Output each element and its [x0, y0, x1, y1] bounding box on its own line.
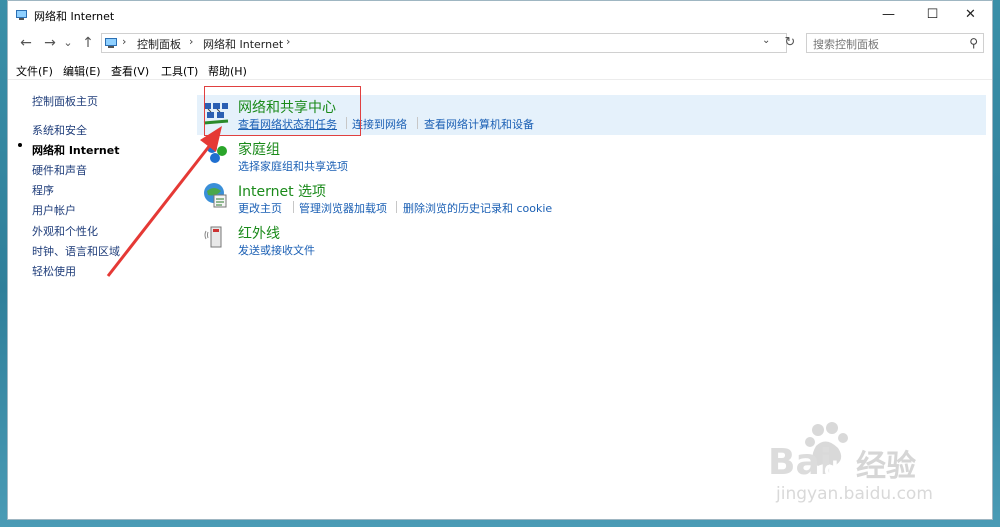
breadcrumb-control-panel[interactable]: 控制面板 — [137, 36, 181, 52]
up-button[interactable]: ↑ — [78, 33, 98, 53]
sidebar-item-programs[interactable]: 程序 — [32, 182, 54, 198]
menu-tools[interactable]: 工具(T) — [161, 63, 198, 79]
svg-text:Bai: Bai — [768, 442, 832, 483]
internet-options-icon[interactable] — [202, 181, 230, 209]
title-bar: 网络和 Internet — ☐ ✕ — [8, 1, 992, 29]
link-divider — [396, 201, 397, 213]
control-panel-location-icon — [105, 38, 117, 48]
search-icon[interactable]: ⚲ — [969, 36, 978, 50]
svg-text:du: du — [824, 457, 853, 481]
sidebar-item-user-accounts[interactable]: 用户帐户 — [32, 202, 76, 218]
forward-button[interactable]: → — [40, 33, 60, 53]
link-manage-addons[interactable]: 管理浏览器加载项 — [299, 200, 387, 216]
menu-edit[interactable]: 编辑(E) — [63, 63, 101, 79]
menu-view[interactable]: 查看(V) — [111, 63, 149, 79]
link-homegroup-options[interactable]: 选择家庭组和共享选项 — [238, 158, 348, 174]
recent-locations-button[interactable]: ⌄ — [62, 33, 74, 53]
breadcrumb-network-internet[interactable]: 网络和 Internet — [203, 36, 283, 52]
link-delete-browsing-history[interactable]: 删除浏览的历史记录和 cookie — [403, 200, 552, 216]
address-bar-row: ← → ⌄ ↑ › 控制面板 › 网络和 Internet › ⌄ ↻ ⚲ — [8, 31, 992, 55]
sidebar-item-hardware-sound[interactable]: 硬件和声音 — [32, 162, 87, 178]
menu-file[interactable]: 文件(F) — [16, 63, 53, 79]
sidebar-item-clock-language-region[interactable]: 时钟、语言和区域 — [32, 243, 120, 259]
infrared-icon[interactable] — [202, 223, 230, 251]
minimize-button[interactable]: — — [866, 1, 911, 29]
breadcrumb-separator[interactable]: › — [189, 35, 193, 48]
homegroup-icon[interactable] — [203, 139, 231, 167]
link-change-homepage[interactable]: 更改主页 — [238, 200, 282, 216]
window-title: 网络和 Internet — [34, 10, 115, 23]
sidebar-item-home[interactable]: 控制面板主页 — [32, 93, 98, 109]
watermark-url: jingyan.baidu.com — [776, 484, 933, 504]
category-title-internet-options[interactable]: Internet 选项 — [238, 181, 326, 201]
link-send-receive-files[interactable]: 发送或接收文件 — [238, 242, 315, 258]
refresh-button[interactable]: ↻ — [780, 33, 800, 53]
category-title-infrared[interactable]: 红外线 — [238, 223, 280, 243]
annotation-highlight-box — [204, 86, 361, 136]
address-box[interactable]: › 控制面板 › 网络和 Internet › ⌄ — [101, 33, 787, 53]
sidebar-item-system-security[interactable]: 系统和安全 — [32, 122, 87, 138]
active-bullet — [18, 143, 22, 147]
sidebar-item-appearance[interactable]: 外观和个性化 — [32, 223, 98, 239]
breadcrumb-separator[interactable]: › — [286, 35, 290, 48]
address-dropdown-icon[interactable]: ⌄ — [762, 35, 770, 46]
control-panel-window: 网络和 Internet — ☐ ✕ ← → ⌄ ↑ › 控制面板 › 网络和 … — [7, 0, 993, 520]
menu-divider — [8, 79, 992, 80]
close-button[interactable]: ✕ — [948, 1, 993, 29]
baidu-logo-watermark: Bai du — [768, 422, 853, 483]
breadcrumb-separator: › — [122, 35, 127, 48]
search-input[interactable] — [811, 35, 963, 53]
link-divider — [293, 201, 294, 213]
sidebar-item-network-internet[interactable]: 网络和 Internet — [32, 142, 119, 158]
search-box[interactable]: ⚲ — [806, 33, 984, 53]
menu-bar: 文件(F) 编辑(E) 查看(V) 工具(T) 帮助(H) — [8, 61, 992, 79]
back-button[interactable]: ← — [16, 33, 36, 53]
link-view-network-computers[interactable]: 查看网络计算机和设备 — [424, 116, 534, 132]
control-panel-icon — [16, 10, 27, 20]
link-divider — [417, 117, 418, 129]
sidebar-item-ease-of-access[interactable]: 轻松使用 — [32, 263, 76, 279]
category-title-homegroup[interactable]: 家庭组 — [238, 139, 280, 159]
watermark-brand-cn: 经验 — [856, 449, 916, 484]
menu-help[interactable]: 帮助(H) — [208, 63, 247, 79]
